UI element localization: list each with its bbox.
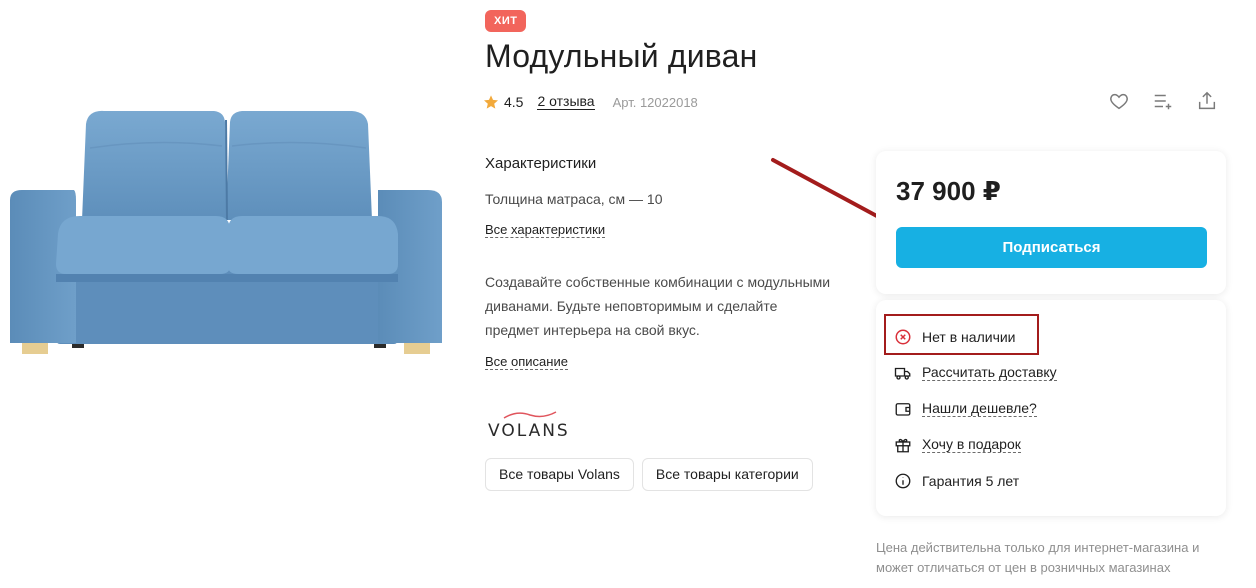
- product-title: Модульный диван: [485, 38, 758, 74]
- compare-button[interactable]: [1149, 89, 1177, 113]
- cheaper-row[interactable]: Нашли дешевле?: [894, 398, 1037, 420]
- brand-name: VOLANS: [488, 421, 570, 441]
- delivery-link[interactable]: Рассчитать доставку: [922, 365, 1057, 381]
- star-icon: [484, 95, 498, 109]
- out-of-stock-icon: [895, 329, 911, 345]
- favorite-button[interactable]: [1105, 89, 1133, 113]
- all-specs-link[interactable]: Все характеристики: [485, 222, 606, 238]
- product-description: Создавайте собственные комбинации с моду…: [485, 274, 831, 338]
- delivery-row[interactable]: Рассчитать доставку: [894, 362, 1057, 384]
- brand-chips: Все товары Volans Все товары категории: [485, 458, 813, 491]
- specs-heading: Характеристики: [485, 155, 597, 172]
- all-category-products-chip[interactable]: Все товары категории: [641, 458, 813, 491]
- price: 37 900 ₽: [896, 176, 1001, 206]
- share-button[interactable]: [1193, 89, 1221, 113]
- gift-row[interactable]: Хочу в подарок: [894, 434, 1021, 456]
- truck-icon: [894, 367, 911, 380]
- all-description-link[interactable]: Все описание: [485, 354, 568, 370]
- stock-status: Нет в наличии: [894, 326, 1016, 348]
- found-cheaper-link[interactable]: Нашли дешевле?: [922, 401, 1037, 417]
- info-card: Нет в наличии Рассчитать доставку Нашли …: [876, 300, 1226, 516]
- product-meta: 4.5 2 отзыва Арт. 12022018: [483, 92, 698, 112]
- product-actions: [1105, 89, 1237, 113]
- compare-list-icon: [1154, 94, 1172, 110]
- subscribe-button[interactable]: Подписаться: [896, 227, 1207, 268]
- brand-swoosh-icon: [503, 411, 557, 419]
- warranty-text: Гарантия 5 лет: [922, 473, 1020, 489]
- price-footnote: Цена действительна только для интернет-м…: [876, 540, 1200, 575]
- heart-icon: [1110, 93, 1128, 110]
- article-number: Арт. 12022018: [612, 94, 698, 110]
- price-card: 37 900 ₽ Подписаться: [876, 151, 1226, 294]
- info-icon: [895, 473, 911, 489]
- gift-link[interactable]: Хочу в подарок: [922, 437, 1021, 453]
- brand-logo[interactable]: VOLANS: [488, 410, 578, 441]
- warranty-row: Гарантия 5 лет: [894, 470, 1019, 492]
- stock-status-text: Нет в наличии: [922, 329, 1016, 345]
- product-image[interactable]: [8, 108, 444, 358]
- wallet-icon: [895, 403, 911, 416]
- gift-icon: [895, 438, 911, 453]
- rating-value: 4.5: [504, 94, 524, 110]
- reviews-link[interactable]: 2 отзыва: [537, 94, 595, 110]
- hit-badge: ХИТ: [485, 10, 527, 32]
- share-icon: [1198, 91, 1216, 110]
- spec-mattress-thickness: Толщина матраса, см — 10: [485, 191, 663, 207]
- all-brand-products-chip[interactable]: Все товары Volans: [485, 458, 634, 491]
